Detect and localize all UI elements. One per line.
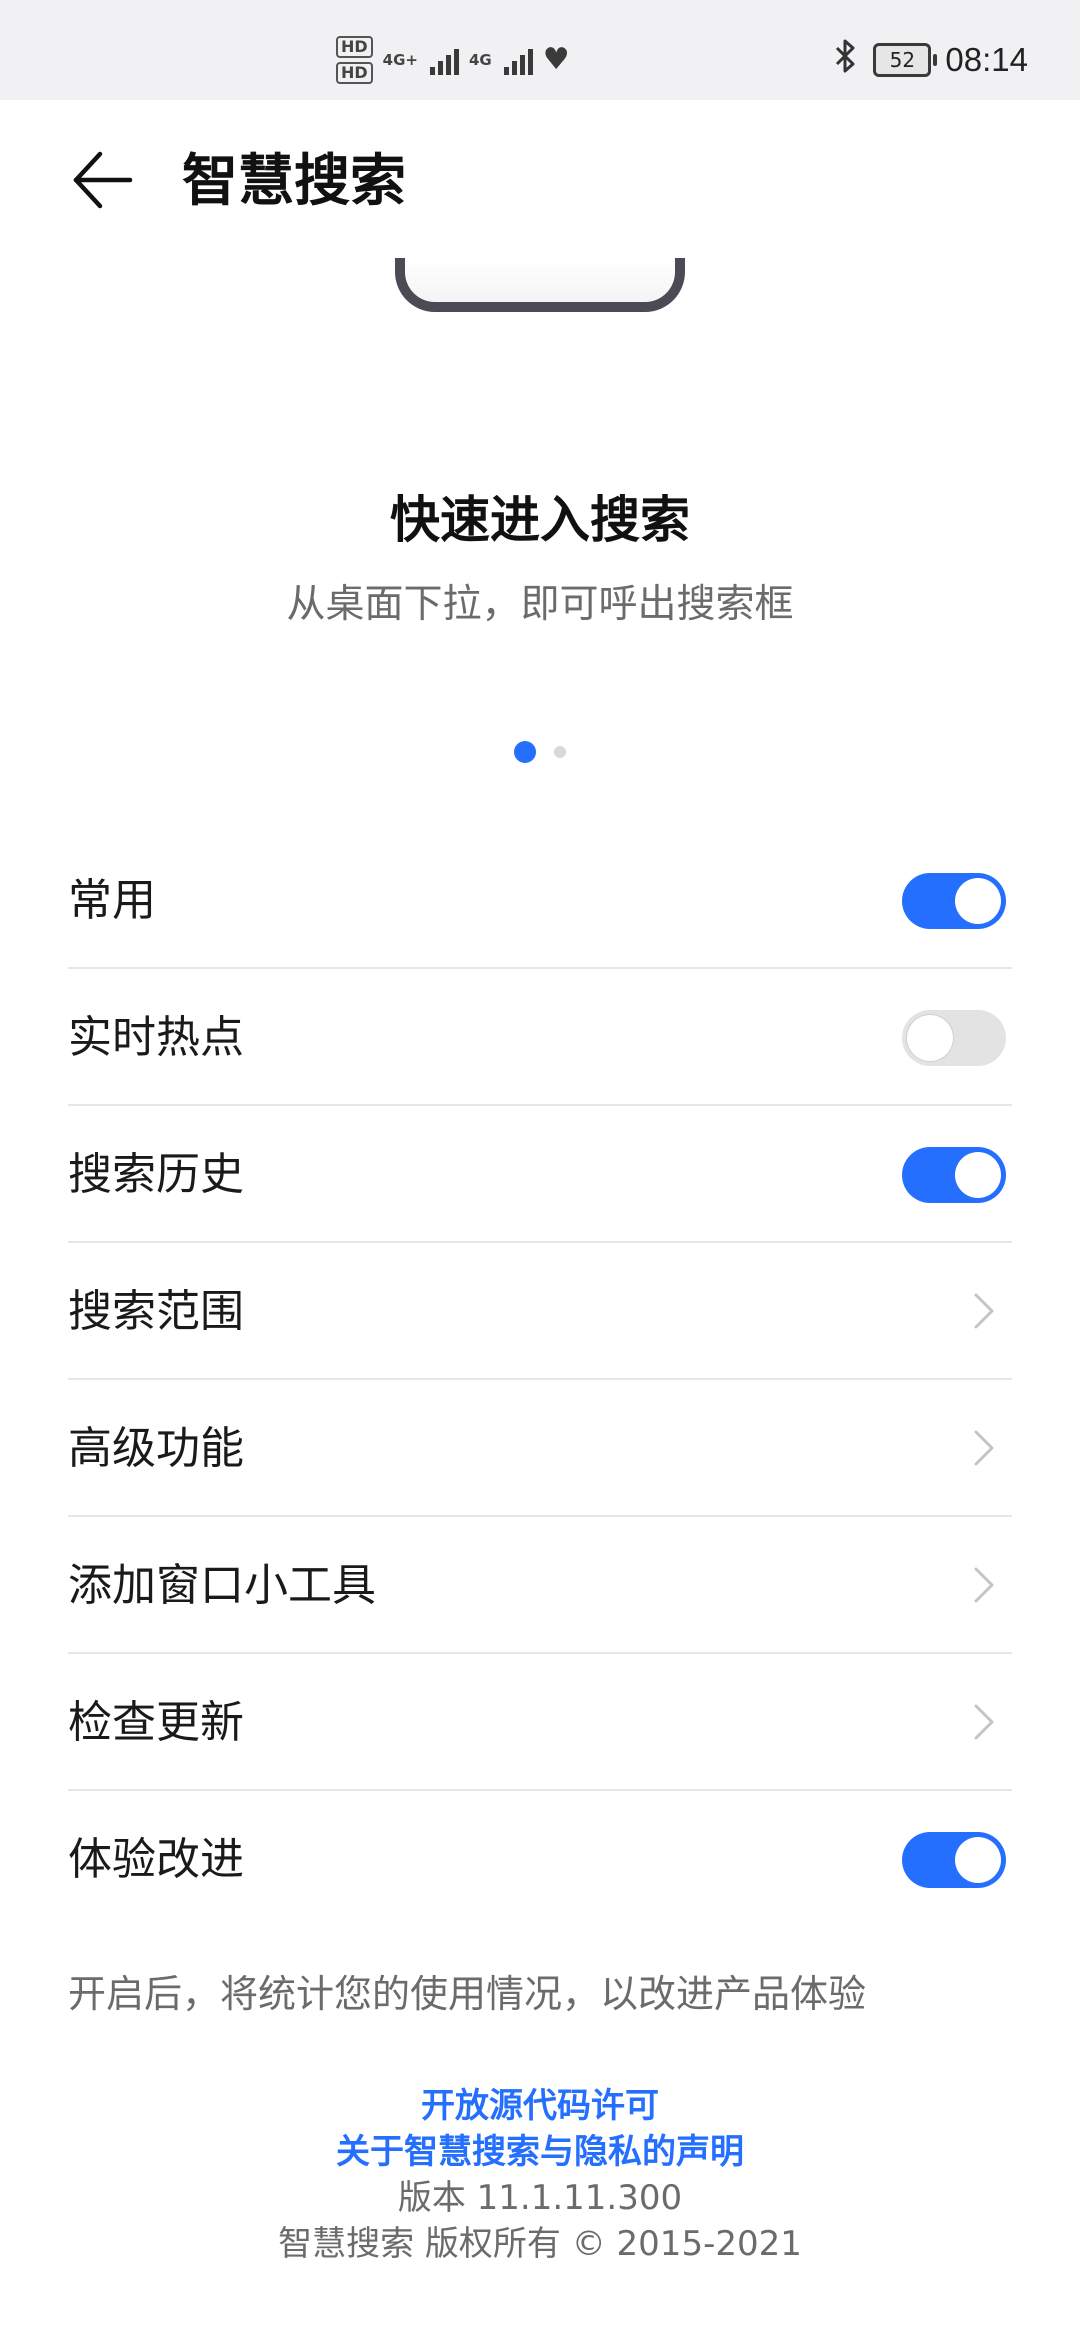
chevron-right-icon: [974, 1430, 994, 1466]
settings-list: 常用 实时热点 搜索历史 搜索范围 高级功能 添加窗口小工具 检查更新 体验改进: [68, 832, 1012, 1928]
footer: 开放源代码许可 关于智慧搜索与隐私的声明 版本 11.1.11.300 智慧搜索…: [0, 2083, 1080, 2267]
signal-icon: [430, 45, 459, 75]
setting-label: 搜索范围: [68, 1286, 244, 1337]
app-bar: 智慧搜索: [0, 100, 1080, 260]
setting-label: 实时热点: [68, 1012, 244, 1063]
setting-row-check-update[interactable]: 检查更新: [68, 1654, 1012, 1791]
page-title: 智慧搜索: [182, 149, 406, 214]
status-icons-left: HD HD 4G+ 4G ♥: [336, 30, 570, 90]
hd-indicators: HD HD: [336, 36, 373, 84]
chevron-right-icon: [974, 1704, 994, 1740]
setting-label: 检查更新: [68, 1697, 244, 1748]
hd-indicator-1: HD: [336, 36, 373, 58]
status-bar: HD HD 4G+ 4G ♥ 52 08:14: [0, 0, 1080, 100]
bluetooth-icon: [833, 38, 859, 82]
setting-row-advanced[interactable]: 高级功能: [68, 1380, 1012, 1517]
network-type-1: 4G+: [382, 51, 418, 69]
signal-icon-2: [503, 45, 533, 75]
privacy-statement-link[interactable]: 关于智慧搜索与隐私的声明: [0, 2129, 1080, 2175]
version-text: 版本 11.1.11.300: [397, 2178, 683, 2218]
search-history-toggle[interactable]: [902, 1147, 1006, 1203]
setting-row-common[interactable]: 常用: [68, 832, 1012, 969]
status-icons-right: 52 08:14: [833, 36, 1028, 84]
carousel-title: 快速进入搜索: [390, 491, 690, 549]
setting-row-trending[interactable]: 实时热点: [68, 969, 1012, 1106]
copyright-text: 智慧搜索 版权所有 © 2015-2021: [278, 2224, 802, 2264]
network-type-2: 4G: [469, 51, 492, 69]
page-dot-active[interactable]: [514, 741, 536, 763]
setting-row-search-history[interactable]: 搜索历史: [68, 1106, 1012, 1243]
setting-label: 搜索历史: [68, 1149, 244, 1200]
page-dot[interactable]: [554, 746, 566, 758]
setting-label: 体验改进: [68, 1834, 244, 1885]
setting-label: 添加窗口小工具: [68, 1560, 376, 1611]
setting-label: 高级功能: [68, 1423, 244, 1474]
common-toggle[interactable]: [902, 873, 1006, 929]
toggle-knob: [955, 1837, 1001, 1883]
chevron-right-icon: [974, 1567, 994, 1603]
back-arrow-icon: [73, 151, 133, 209]
experience-toggle[interactable]: [902, 1832, 1006, 1888]
back-button[interactable]: [58, 136, 146, 224]
open-source-license-link[interactable]: 开放源代码许可: [0, 2083, 1080, 2129]
clock: 08:14: [945, 41, 1028, 78]
chevron-right-icon: [974, 1293, 994, 1329]
setting-row-add-widget[interactable]: 添加窗口小工具: [68, 1517, 1012, 1654]
setting-row-experience[interactable]: 体验改进: [68, 1791, 1012, 1928]
hd-indicator-2: HD: [336, 62, 373, 84]
carousel-page-indicator[interactable]: [0, 741, 1080, 763]
battery-icon: 52: [873, 43, 938, 77]
setting-label: 常用: [68, 875, 156, 926]
setting-row-search-scope[interactable]: 搜索范围: [68, 1243, 1012, 1380]
toggle-knob: [955, 1152, 1001, 1198]
toggle-knob: [955, 878, 1001, 924]
carousel-subtitle: 从桌面下拉，即可呼出搜索框: [286, 582, 794, 627]
trending-toggle[interactable]: [902, 1010, 1006, 1066]
phone-illustration: [395, 258, 685, 312]
toggle-knob: [907, 1015, 953, 1061]
heart-health-icon: ♥: [542, 42, 570, 77]
experience-footnote: 开启后，将统计您的使用情况，以改进产品体验: [68, 1972, 867, 2016]
